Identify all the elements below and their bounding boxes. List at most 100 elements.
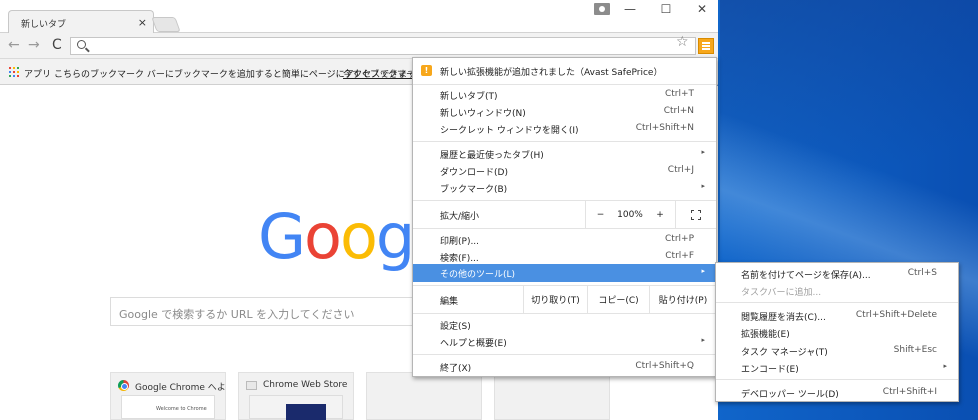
submenu-arrow-icon: ▸: [943, 362, 947, 370]
menu-item-exit[interactable]: 終了(X) Ctrl+Shift+Q: [413, 358, 716, 376]
thumbnail-banner: [286, 404, 326, 420]
most-visited-tile[interactable]: [494, 372, 610, 420]
menu-item-help[interactable]: ヘルプと概要(E) ▸: [413, 333, 716, 351]
submenu-item-encoding[interactable]: エンコード(E) ▸: [716, 359, 958, 376]
menu-item-shortcut: Shift+Esc: [893, 345, 937, 355]
logo-letter: o: [339, 200, 378, 273]
menu-item-label: シークレット ウィンドウを開く(I): [440, 126, 579, 136]
menu-item-label: タスク マネージャ(T): [741, 348, 828, 358]
logo-letter: o: [304, 200, 342, 273]
close-icon[interactable]: ✕: [692, 2, 712, 16]
tab-title: 新しいタブ: [21, 20, 67, 30]
menu-edit-row: 編集 切り取り(T) コピー(C) 貼り付け(P): [413, 286, 716, 313]
menu-item-label: エンコード(E): [741, 365, 799, 375]
menu-item-label: デベロッパー ツール(D): [741, 390, 839, 400]
menu-item-label: 履歴と最近使ったタブ(H): [440, 151, 544, 161]
menu-item-label: 新しいウィンドウ(N): [440, 109, 526, 119]
submenu-item-save-page[interactable]: 名前を付けてページを保存(A)... Ctrl+S: [716, 265, 958, 282]
most-visited-tile[interactable]: Chrome Web Store: [238, 372, 354, 420]
submenu-item-task-manager[interactable]: タスク マネージャ(T) Shift+Esc: [716, 342, 958, 359]
menu-item-label: 印刷(P)...: [440, 237, 480, 247]
menu-item-label: ブックマーク(B): [440, 185, 508, 195]
menu-item-label: ヘルプと概要(E): [440, 339, 507, 349]
more-tools-submenu: 名前を付けてページを保存(A)... Ctrl+S タスクバーに追加... 閲覧…: [715, 262, 959, 402]
menu-item-label: 名前を付けてページを保存(A)...: [741, 271, 871, 281]
menu-item-shortcut: Ctrl+F: [665, 251, 694, 261]
menu-item-shortcut: Ctrl+J: [667, 165, 694, 175]
menu-item-label: 検索(F)...: [440, 254, 479, 264]
menu-item-shortcut: Ctrl+Shift+Delete: [855, 310, 937, 320]
menu-item-settings[interactable]: 設定(S): [413, 316, 716, 334]
menu-item-label: タスクバーに追加...: [741, 288, 822, 298]
reload-icon[interactable]: C: [52, 37, 62, 53]
menu-item-label: 閲覧履歴を消去(C)...: [741, 313, 826, 323]
most-visited-tile[interactable]: Google Chrome へよ Welcome to Chrome: [110, 372, 226, 420]
submenu-item-clear-data[interactable]: 閲覧履歴を消去(C)... Ctrl+Shift+Delete: [716, 307, 958, 324]
menu-item-print[interactable]: 印刷(P)... Ctrl+P: [413, 231, 716, 249]
apps-shortcut[interactable]: アプリ: [24, 67, 51, 80]
most-visited-tile[interactable]: [366, 372, 482, 420]
submenu-item-add-to-taskbar: タスクバーに追加...: [716, 282, 958, 299]
menu-item-history[interactable]: 履歴と最近使ったタブ(H) ▸: [413, 145, 716, 163]
submenu-arrow-icon: ▸: [701, 148, 705, 156]
zoom-level: 100%: [617, 209, 643, 220]
fullscreen-button[interactable]: [675, 201, 716, 228]
menu-item-label: ダウンロード(D): [440, 168, 508, 178]
menu-divider: [413, 354, 716, 355]
menu-zoom-row: 拡大/縮小 − 100% +: [413, 201, 716, 228]
tab-close-icon[interactable]: ×: [138, 16, 147, 29]
submenu-item-extensions[interactable]: 拡張機能(E): [716, 324, 958, 341]
apps-grid-icon[interactable]: [9, 67, 19, 77]
fullscreen-icon: [691, 209, 701, 220]
minimize-icon[interactable]: —: [620, 2, 640, 16]
submenu-arrow-icon: ▸: [701, 182, 705, 190]
back-icon[interactable]: ←: [8, 38, 20, 52]
menu-extension-notice[interactable]: ! 新しい拡張機能が追加されました（Avast SafePrice）: [413, 60, 716, 82]
menu-item-shortcut: Ctrl+P: [665, 234, 694, 244]
zoom-label: 拡大/縮小: [440, 212, 480, 222]
tile-title: Chrome Web Store: [263, 380, 348, 390]
submenu-item-devtools[interactable]: デベロッパー ツール(D) Ctrl+Shift+I: [716, 384, 958, 401]
menu-item-new-tab[interactable]: 新しいタブ(T) Ctrl+T: [413, 86, 716, 104]
tile-thumbnail: Welcome to Chrome: [121, 395, 215, 419]
menu-item-shortcut: Ctrl+T: [664, 89, 694, 99]
search-icon: [77, 40, 86, 49]
menu-item-downloads[interactable]: ダウンロード(D) Ctrl+J: [413, 162, 716, 180]
menu-item-shortcut: Ctrl+Shift+I: [882, 387, 937, 397]
paste-button[interactable]: 貼り付け(P): [649, 286, 716, 313]
menu-item-bookmarks[interactable]: ブックマーク(B) ▸: [413, 179, 716, 197]
forward-icon[interactable]: →: [28, 38, 40, 52]
warning-icon: !: [421, 65, 432, 76]
menu-item-shortcut: Ctrl+N: [663, 106, 694, 116]
submenu-arrow-icon: ▸: [701, 336, 705, 344]
menu-item-more-tools[interactable]: その他のツール(L) ▸: [413, 264, 716, 282]
menu-item-shortcut: Ctrl+Shift+Q: [635, 361, 694, 371]
zoom-out-button[interactable]: −: [585, 201, 615, 228]
zoom-in-button[interactable]: +: [645, 201, 675, 228]
chrome-main-menu: ! 新しい拡張機能が追加されました（Avast SafePrice） 新しいタブ…: [412, 57, 717, 377]
extension-notice-label: 新しい拡張機能が追加されました（Avast SafePrice）: [440, 68, 663, 78]
maximize-icon[interactable]: ☐: [656, 2, 676, 16]
tab-new-tab[interactable]: 新しいタブ ×: [8, 10, 154, 33]
omnibox[interactable]: [70, 37, 696, 55]
thumbnail-text: Welcome to Chrome: [156, 406, 207, 412]
menu-item-shortcut: Ctrl+Shift+N: [635, 123, 694, 133]
bookmark-star-icon[interactable]: ☆: [676, 35, 689, 49]
profile-icon[interactable]: [594, 3, 610, 15]
chrome-menu-button[interactable]: [698, 38, 714, 54]
menu-divider: [413, 228, 716, 229]
toolbar: ← → C ☆: [0, 33, 718, 59]
google-logo: Goog: [258, 206, 415, 268]
menu-divider: [716, 302, 958, 303]
new-tab-button[interactable]: [151, 17, 181, 32]
search-placeholder: Google で検索するか URL を入力してください: [119, 308, 355, 321]
menu-item-label: 終了(X): [440, 364, 472, 374]
menu-item-incognito[interactable]: シークレット ウィンドウを開く(I) Ctrl+Shift+N: [413, 120, 716, 138]
menu-divider: [716, 379, 958, 380]
menu-divider: [413, 141, 716, 142]
google-search-box[interactable]: Google で検索するか URL を入力してください: [110, 297, 440, 326]
copy-button[interactable]: コピー(C): [587, 286, 649, 313]
cut-button[interactable]: 切り取り(T): [523, 286, 587, 313]
web-store-icon: [246, 381, 257, 390]
menu-item-new-window[interactable]: 新しいウィンドウ(N) Ctrl+N: [413, 103, 716, 121]
